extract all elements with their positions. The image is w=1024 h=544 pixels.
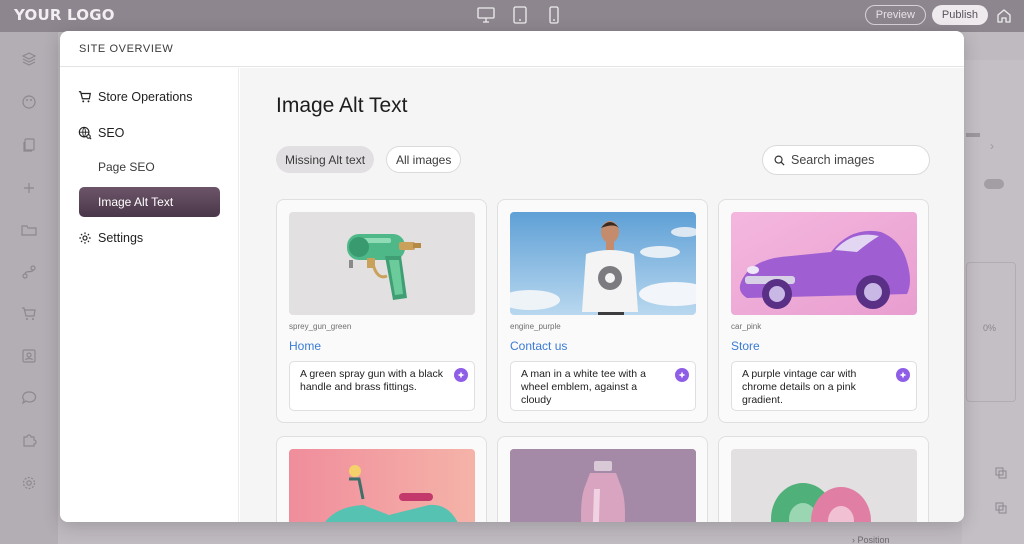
spray-gun-image [347,234,421,300]
left-toolbar [0,32,58,544]
image-card [276,436,487,522]
alt-text-field[interactable]: A purple vintage car with chrome details… [731,361,917,411]
image-thumbnail[interactable] [289,449,475,522]
route-icon[interactable] [19,262,39,282]
puzzle-icon[interactable] [19,430,39,450]
modal-title: SITE OVERVIEW [79,42,174,55]
image-thumbnail[interactable] [289,212,475,315]
image-thumbnail[interactable] [510,212,696,315]
gear-icon [79,232,91,244]
logo: YOUR LOGO [14,6,115,24]
pages-icon[interactable] [19,135,39,155]
image-thumbnail[interactable] [510,449,696,522]
copy-icon[interactable] [994,466,1008,480]
nav-seo-label: SEO [98,126,125,140]
alt-text-value: A green spray gun with a black handle an… [300,368,444,393]
palette-icon[interactable] [19,92,39,112]
alt-text-value: A purple vintage car with chrome details… [742,368,857,406]
alt-text-field[interactable]: A green spray gun with a black handle an… [289,361,475,411]
home-icon[interactable] [994,5,1014,25]
tablet-icon[interactable] [510,5,530,25]
image-card [497,436,708,522]
filter-missing-alt[interactable]: Missing Alt text [276,146,375,173]
image-filename: car_pink [731,322,762,331]
nav-image-alt-text[interactable]: Image Alt Text [79,187,220,217]
position-label: › Position [852,535,890,544]
image-page-link[interactable]: Contact us [510,339,567,353]
site-overview-modal: SITE OVERVIEW Store Operations SEO Page … [60,31,964,522]
chevron-right-icon[interactable]: › [990,139,994,153]
folder-icon[interactable] [19,220,39,240]
modal-header: SITE OVERVIEW [60,31,964,67]
search-icon [774,155,785,166]
nav-seo[interactable]: SEO [78,126,124,140]
tires-image [731,449,917,522]
man-sky-image [510,212,696,315]
position-label-text: Position [857,535,890,544]
chat-icon[interactable] [19,388,39,408]
duplicate-icon[interactable] [994,501,1008,515]
nav-store-operations[interactable]: Store Operations [78,90,193,104]
scooter-image [289,449,475,522]
purple-car-image [731,212,917,315]
image-filename: engine_purple [510,322,561,331]
bottle-image [510,449,696,522]
panel-toggle[interactable] [984,179,1004,189]
image-thumbnail[interactable] [731,212,917,315]
image-card [718,436,929,522]
preview-button[interactable]: Preview [864,5,926,25]
cart-icon[interactable] [19,304,39,324]
image-page-link[interactable]: Store [731,339,760,353]
top-bar: YOUR LOGO Preview Publish [0,0,1024,32]
layers-icon[interactable] [19,49,39,69]
modal-content: Image Alt Text Missing Alt text All imag… [240,68,964,522]
alt-text-field[interactable]: A man in a white tee with a wheel emblem… [510,361,696,411]
nav-page-seo[interactable]: Page SEO [98,160,155,174]
nav-store-operations-label: Store Operations [98,90,193,104]
image-page-link[interactable]: Home [289,339,321,353]
ai-sparkle-icon[interactable] [454,368,468,382]
panel-percent: 0% [983,323,997,333]
image-thumbnail[interactable] [731,449,917,522]
device-switcher [476,5,564,25]
mobile-icon[interactable] [544,5,564,25]
modal-sidebar: Store Operations SEO Page SEO Image Alt … [60,68,239,522]
image-card: engine_purple Contact us A man in a whit… [497,199,708,423]
ai-sparkle-icon[interactable] [896,368,910,382]
nav-settings[interactable]: Settings [78,231,143,245]
desktop-icon[interactable] [476,5,496,25]
ai-sparkle-icon[interactable] [675,368,689,382]
alt-text-value: A man in a white tee with a wheel emblem… [521,368,646,406]
publish-button[interactable]: Publish [931,5,988,25]
panel-dash [966,133,980,137]
search-input[interactable] [791,153,921,167]
nav-settings-label: Settings [98,231,144,245]
globe-search-icon [78,126,92,140]
search-box[interactable] [762,145,930,175]
image-filename: sprey_gun_green [289,322,352,331]
page-title: Image Alt Text [276,94,408,117]
gear-icon[interactable] [19,473,39,493]
contacts-icon[interactable] [19,346,39,366]
filter-all-images[interactable]: All images [386,146,462,173]
cart-icon [78,91,91,103]
add-icon[interactable] [19,178,39,198]
image-card: sprey_gun_green Home A green spray gun w… [276,199,487,423]
image-card: car_pink Store A purple vintage car with… [718,199,929,423]
